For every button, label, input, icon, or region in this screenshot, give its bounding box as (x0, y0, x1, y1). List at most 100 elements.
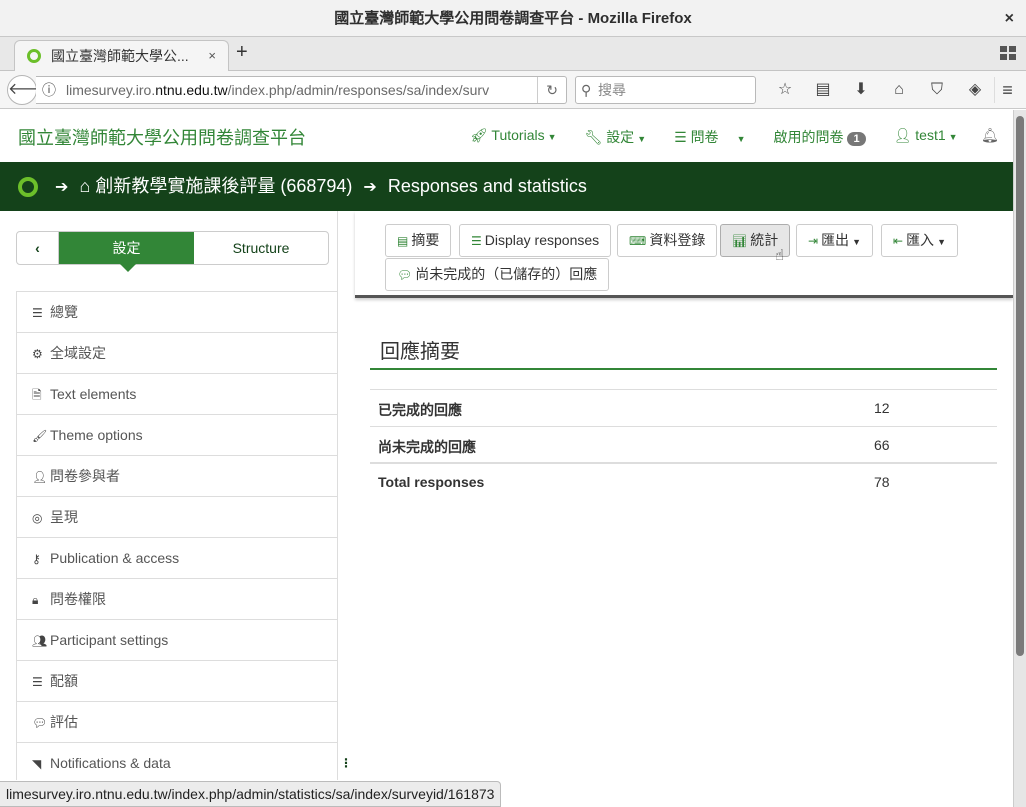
new-tab-button[interactable]: + (236, 41, 248, 64)
top-navbar: 國立臺灣師範大學公用問卷調查平台 🚀︎ Tutorials ▼ 🔧︎ 設定 ▼ ☰ … (0, 110, 1013, 162)
table-row: 已完成的回應 12 (370, 390, 997, 427)
url-host: ntnu.edu.tw (155, 82, 228, 98)
search-input[interactable]: ⚲ 搜尋 (575, 76, 756, 104)
reload-icon[interactable]: ↻ (537, 77, 558, 103)
sidebar-item-assessments[interactable]: 💬︎ 評估 (17, 702, 338, 743)
export-button[interactable]: ⇥ 匯出 ▼ (796, 224, 873, 257)
table-row-total: Total responses 78 (370, 464, 997, 501)
tab-title: 國立臺灣師範大學公... (51, 48, 189, 64)
sidebar-item-overview[interactable]: ☰ 總覽 (17, 292, 338, 333)
row-value: 12 (874, 400, 890, 416)
main-content: ▤ 摘要 ☰ Display responses ⌨ 資料登錄 📊︎ 統計 ⇥ 匯出 ▼ ⇤… (350, 211, 1013, 780)
bar-chart-icon: 📊︎ (732, 234, 748, 248)
responses-toolbar: ▤ 摘要 ☰ Display responses ⌨ 資料登錄 📊︎ 統計 ⇥ 匯出 ▼ ⇤… (355, 211, 1013, 298)
sidebar-item-label: Theme options (50, 427, 143, 443)
export-icon: ⇥ (808, 234, 819, 248)
tasks-icon: ☰ (32, 675, 43, 689)
window-close-button[interactable]: × (1005, 0, 1014, 37)
import-button[interactable]: ⇤ 匯入 ▼ (881, 224, 958, 257)
breadcrumb-current: Responses and statistics (387, 176, 587, 196)
saved-responses-button[interactable]: 💬︎ 尚未完成的（已儲存的）回應 (385, 258, 610, 291)
status-bar-link-preview: limesurvey.iro.ntnu.edu.tw/index.php/adm… (0, 781, 502, 807)
share-icon[interactable]: ◈ (956, 77, 994, 103)
sidebar-item-presentation[interactable]: ◎ 呈現 (17, 497, 338, 538)
list-alt-icon: ▤ (397, 234, 409, 248)
sidebar-item-general-settings[interactable]: ⚙ 全域設定 (17, 333, 338, 374)
sidebar-item-label: 問卷權限 (50, 591, 106, 607)
keyboard-icon: ⌨ (629, 234, 647, 248)
scrollbar-thumb[interactable] (1016, 116, 1024, 656)
surveys-label: 問卷 (690, 129, 719, 145)
site-info-icon[interactable]: ⓘ (42, 77, 56, 103)
sidebar-item-notifications[interactable]: ◥ Notifications & data (17, 743, 338, 780)
data-entry-label: 資料登錄 (649, 232, 706, 248)
summary-label: 摘要 (411, 232, 440, 248)
limesurvey-favicon-icon (27, 49, 41, 63)
row-value: 78 (874, 474, 890, 490)
sidebar-item-participants[interactable]: 👤︎ 問卷參與者 (17, 456, 338, 497)
list-icon: ☰ (674, 129, 691, 145)
download-icon[interactable]: ⬇ (842, 77, 880, 103)
tab-close-button[interactable]: × (208, 41, 216, 71)
back-button[interactable]: 🡐 (7, 75, 51, 105)
pocket-icon[interactable]: ⛉ (918, 77, 956, 103)
notifications-bell-icon[interactable]: 🔔︎ (981, 127, 999, 144)
sidebar-item-theme-options[interactable]: 🖌︎ Theme options (17, 415, 338, 456)
sidebar-item-quotas[interactable]: ☰ 配額 (17, 661, 338, 702)
active-surveys-badge: 1 (847, 132, 866, 146)
url-path: /index.php/admin/responses/sa/index/surv (227, 82, 490, 98)
tutorials-label: Tutorials (491, 127, 545, 143)
sidebar-item-label: 評估 (50, 714, 78, 730)
reading-list-icon[interactable]: ▤ (804, 77, 842, 103)
tab-structure[interactable]: Structure (194, 232, 328, 264)
breadcrumb: ➔ ⌂ 創新教學實施課後評量 (668794) ➔ Responses and … (0, 162, 1013, 211)
rocket-icon: 🚀︎ (470, 127, 492, 143)
sidebar-item-text-elements[interactable]: 🗎 Text elements (17, 374, 338, 415)
sidebar-menu: ☰ 總覽 ⚙ 全域設定 🗎 Text elements 🖌︎ Theme options… (16, 291, 338, 780)
breadcrumb-survey[interactable]: 創新教學實施課後評量 (668794) (95, 176, 352, 196)
summary-button[interactable]: ▤ 摘要 (385, 224, 452, 257)
sidebar-item-permissions[interactable]: 🔒︎ 問卷權限 (17, 579, 338, 620)
sidebar-item-label: Text elements (50, 386, 137, 402)
bookmark-star-icon[interactable]: ☆ (766, 77, 804, 103)
home-icon: ⌂ (79, 176, 91, 196)
eye-slash-icon: ◎ (32, 511, 43, 525)
url-bar[interactable]: ⓘ limesurvey.iro.ntnu.edu.tw/index.php/a… (36, 76, 567, 104)
home-icon[interactable]: ⌂ (880, 77, 918, 103)
limesurvey-logo-icon[interactable] (18, 177, 38, 198)
collapse-sidebar-button[interactable]: ‹ (17, 232, 59, 264)
hamburger-menu-icon[interactable]: ≡ (994, 77, 1020, 103)
page-content: 國立臺灣師範大學公用問卷調查平台 🚀︎ Tutorials ▼ 🔧︎ 設定 ▼ ☰ … (0, 110, 1013, 780)
row-value: 66 (874, 437, 890, 453)
display-responses-label: Display responses (484, 232, 600, 248)
tab-settings[interactable]: 設定 (59, 232, 194, 272)
display-responses-button[interactable]: ☰ Display responses (459, 224, 612, 257)
export-label: 匯出 (821, 232, 850, 248)
active-surveys-menu[interactable]: 啟用的問卷 1 (773, 127, 866, 147)
heading-divider (370, 368, 997, 370)
sidebar-item-label: 問卷參與者 (50, 468, 120, 484)
sidebar-item-publication[interactable]: ⚷ Publication & access (17, 538, 338, 579)
comment-icon: 💬︎ (32, 716, 48, 730)
sidebar-item-participant-settings[interactable]: 👥︎ Participant settings (17, 620, 338, 661)
rss-icon: ◥ (32, 757, 42, 771)
arrow-right-icon: ➔ (55, 179, 69, 196)
search-icon: ⚲ (581, 82, 592, 98)
surveys-menu[interactable]: ☰ 問卷 ▼ (674, 127, 745, 147)
sidebar-item-label: 總覽 (50, 304, 78, 320)
brand-link[interactable]: 國立臺灣師範大學公用問卷調查平台 (18, 124, 306, 150)
browser-tab[interactable]: 國立臺灣師範大學公... × (14, 40, 229, 72)
import-label: 匯入 (906, 232, 935, 248)
user-menu[interactable]: 👤︎ test1 ▼ (894, 127, 958, 147)
list-icon: ☰ (32, 306, 43, 320)
sidebar-item-label: 配額 (50, 673, 78, 689)
lock-icon: 🔒︎ (32, 593, 39, 607)
settings-menu[interactable]: 🔧︎ 設定 ▼ (585, 127, 647, 147)
tab-groups-icon[interactable] (1000, 46, 1016, 60)
data-entry-button[interactable]: ⌨ 資料登錄 (617, 224, 718, 257)
row-label: 已完成的回應 (378, 402, 462, 418)
arrow-right-icon: ➔ (363, 179, 377, 196)
page-scrollbar[interactable] (1013, 110, 1026, 807)
tutorials-menu[interactable]: 🚀︎ Tutorials ▼ (470, 127, 557, 147)
wrench-icon: 🔧︎ (584, 129, 607, 145)
